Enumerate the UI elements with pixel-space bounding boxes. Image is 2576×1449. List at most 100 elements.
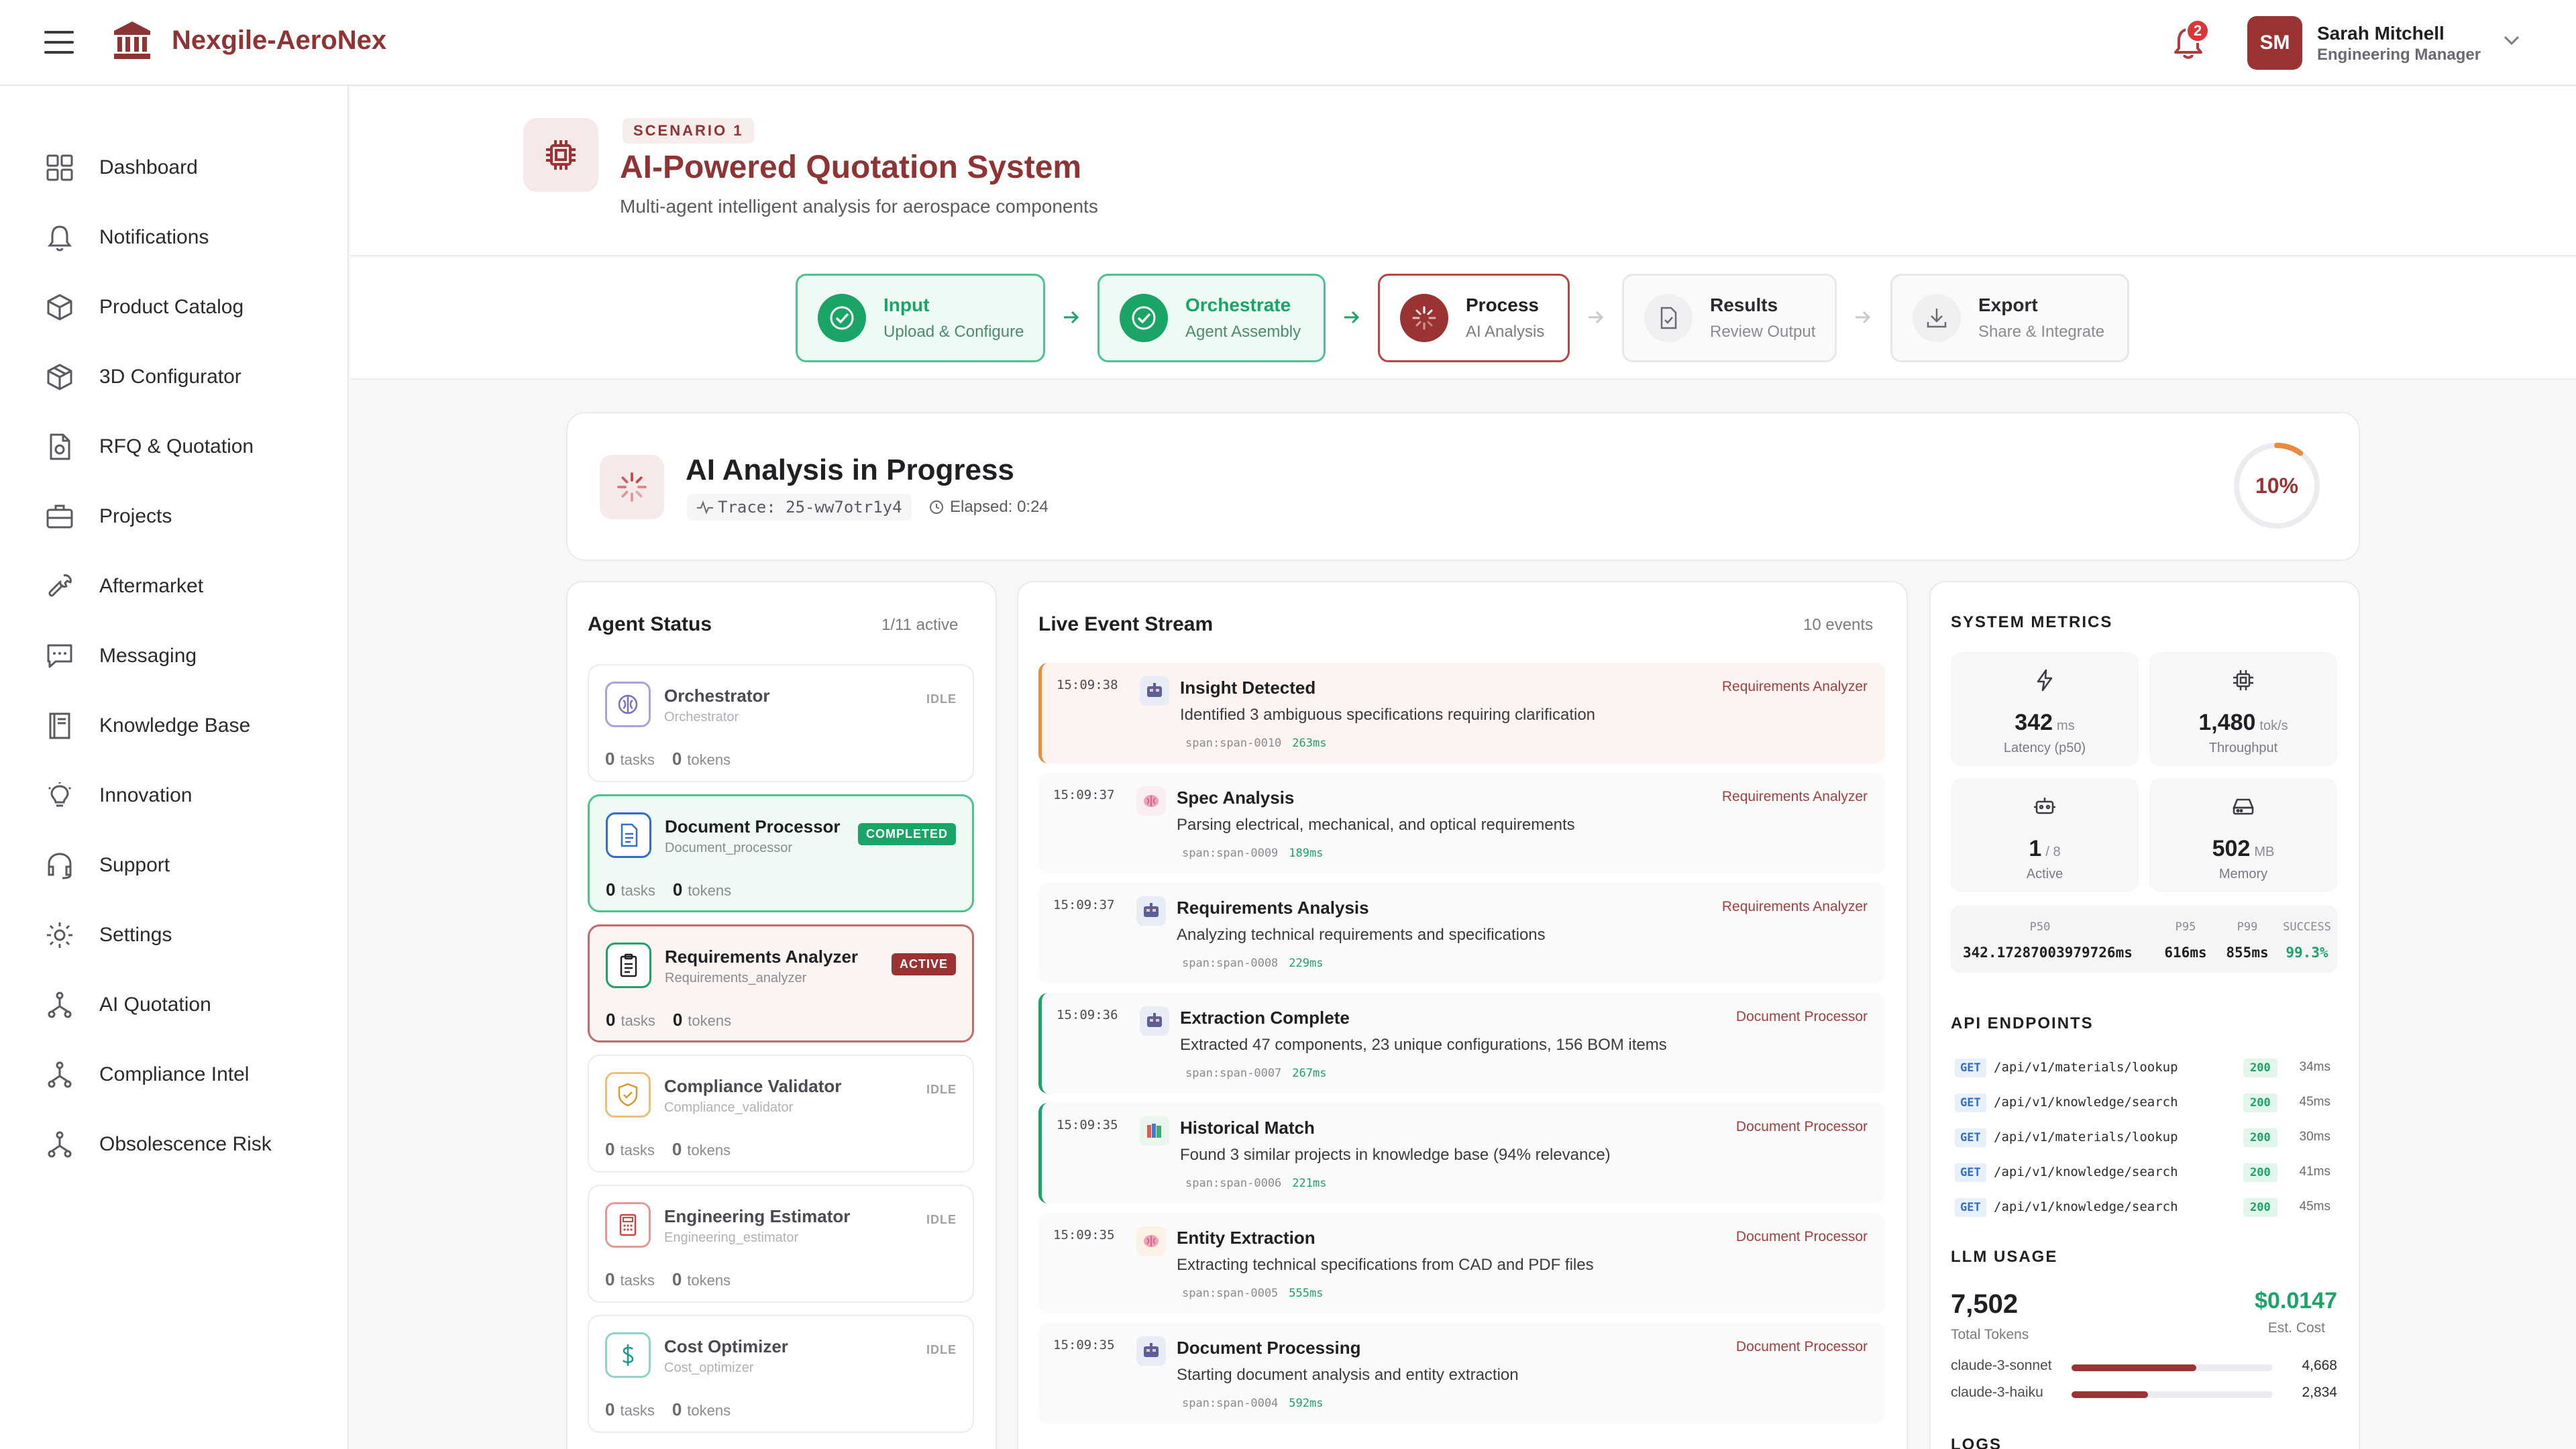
sidebar-item-label: Dashboard: [99, 156, 198, 178]
agent-status-badge: IDLE: [926, 1083, 957, 1096]
metric-throughput: 1,480 tok/s Throughput: [2149, 652, 2337, 766]
books-icon: [1140, 1116, 1169, 1146]
user-avatar[interactable]: SM: [2247, 16, 2302, 70]
calculator-icon: [605, 1202, 651, 1248]
event-span: span:span-0007 267ms: [1185, 1067, 1327, 1080]
metric-active-agents: 1/ 8 Active: [1951, 778, 2139, 892]
event-item[interactable]: 15:09:35 Historical Match Found 3 simila…: [1038, 1103, 1885, 1203]
metric-memory: 502 MB Memory: [2149, 778, 2337, 892]
event-item[interactable]: 15:09:35 Entity Extraction Extracting te…: [1038, 1213, 1885, 1313]
robot-icon: [1140, 676, 1169, 706]
network-icon: [42, 987, 78, 1023]
agent-name: Orchestrator: [664, 686, 770, 706]
event-title: Document Processing: [1177, 1338, 1361, 1358]
api-row[interactable]: GET/api/v1/knowledge/search 200 45ms: [1951, 1091, 2337, 1118]
spinner-icon: [600, 455, 664, 519]
sidebar-item-notifications[interactable]: Notifications: [27, 209, 322, 266]
sidebar-item-dashboard[interactable]: Dashboard: [27, 140, 322, 196]
agent-card-cost-optimizer[interactable]: Cost Optimizer Cost_optimizer IDLE 0 task…: [588, 1315, 974, 1433]
brain-icon: [1136, 786, 1166, 816]
event-title: Requirements Analysis: [1177, 898, 1369, 918]
sidebar-item-messaging[interactable]: Messaging: [27, 628, 322, 684]
event-source[interactable]: Document Processor: [1736, 1339, 1868, 1355]
step-input[interactable]: Input Upload & Configure: [796, 274, 1045, 362]
sidebar-item-ai-quotation[interactable]: AI Quotation: [27, 977, 322, 1033]
agent-id: Orchestrator: [664, 710, 739, 724]
event-item[interactable]: 15:09:37 Requirements Analysis Analyzing…: [1038, 883, 1885, 983]
event-span: span:span-0008 229ms: [1182, 957, 1324, 970]
activity-icon: [697, 500, 713, 515]
chevron-down-icon[interactable]: [2502, 34, 2521, 47]
sidebar-item-settings[interactable]: Settings: [27, 907, 322, 963]
robot-icon: [1136, 1336, 1166, 1366]
system-metrics-title: SYSTEM METRICS: [1951, 613, 2113, 631]
document-check-icon: [1644, 294, 1693, 342]
event-item[interactable]: 15:09:36 Extraction Complete Extracted 4…: [1038, 993, 1885, 1093]
sidebar-item-product-catalog[interactable]: Product Catalog: [27, 279, 322, 335]
sidebar-item-label: Settings: [99, 924, 172, 946]
brand-name[interactable]: Nexgile-AeroNex: [172, 25, 386, 56]
sidebar-item-label: Innovation: [99, 784, 193, 806]
agent-name: Document Processor: [665, 816, 841, 837]
event-source[interactable]: Document Processor: [1736, 1009, 1868, 1025]
agent-stats: 0 tasks 0 tokens: [605, 1399, 731, 1419]
wrench-icon: [42, 568, 78, 604]
event-source[interactable]: Requirements Analyzer: [1722, 679, 1868, 695]
menu-icon[interactable]: [44, 31, 74, 54]
agent-card-compliance-validator[interactable]: Compliance Validator Compliance_validato…: [588, 1055, 974, 1173]
llm-cost: $0.0147: [2255, 1288, 2337, 1313]
agent-card-requirements-analyzer[interactable]: Requirements Analyzer Requirements_analy…: [588, 924, 974, 1042]
agent-card-engineering-estimator[interactable]: Engineering Estimator Engineering_estima…: [588, 1185, 974, 1303]
sidebar-item-knowledge-base[interactable]: Knowledge Base: [27, 698, 322, 754]
api-row[interactable]: GET/api/v1/materials/lookup 200 30ms: [1951, 1126, 2337, 1152]
event-title: Spec Analysis: [1177, 788, 1295, 808]
event-source[interactable]: Document Processor: [1736, 1119, 1868, 1135]
agent-card-document-processor[interactable]: Document Processor Document_processor CO…: [588, 794, 974, 912]
sidebar-item-rfq-quotation[interactable]: RFQ & Quotation: [27, 419, 322, 475]
book-icon: [42, 708, 78, 744]
step-title: Results: [1710, 294, 1778, 315]
elapsed-text: Elapsed: 0:24: [950, 498, 1049, 516]
dollar-icon: [605, 1332, 651, 1378]
event-item[interactable]: 15:09:38 Insight Detected Identified 3 a…: [1038, 663, 1885, 763]
agent-name: Engineering Estimator: [664, 1206, 851, 1226]
api-row[interactable]: GET/api/v1/materials/lookup 200 34ms: [1951, 1056, 2337, 1083]
sidebar-item-compliance-intel[interactable]: Compliance Intel: [27, 1046, 322, 1103]
bot-icon: [1951, 794, 2139, 818]
trace-id[interactable]: Trace: 25-ww7otr1y4: [687, 494, 912, 521]
step-results[interactable]: Results Review Output: [1622, 274, 1837, 362]
event-item[interactable]: 15:09:35 Document Processing Starting do…: [1038, 1323, 1885, 1424]
agent-status-badge: IDLE: [926, 1213, 957, 1226]
sidebar-item-innovation[interactable]: Innovation: [27, 767, 322, 824]
sidebar-item-label: Obsolescence Risk: [99, 1133, 272, 1155]
event-item[interactable]: 15:09:37 Spec Analysis Parsing electrica…: [1038, 773, 1885, 873]
agent-stats: 0 tasks 0 tokens: [605, 1139, 731, 1159]
agent-status-title: Agent Status: [588, 613, 712, 635]
shield-icon: [605, 1072, 651, 1118]
sidebar-item-obsolescence-risk[interactable]: Obsolescence Risk: [27, 1116, 322, 1173]
event-source[interactable]: Requirements Analyzer: [1722, 899, 1868, 915]
api-row[interactable]: GET/api/v1/knowledge/search 200 41ms: [1951, 1161, 2337, 1187]
progress-percent: 10%: [2255, 473, 2299, 498]
step-export[interactable]: Export Share & Integrate: [1890, 274, 2129, 362]
sidebar-item-projects[interactable]: Projects: [27, 488, 322, 545]
agent-card-orchestrator[interactable]: Orchestrator Orchestrator IDLE 0 tasks 0 to…: [588, 664, 974, 782]
sidebar-item-label: Aftermarket: [99, 575, 204, 597]
step-orchestrate[interactable]: Orchestrate Agent Assembly: [1097, 274, 1326, 362]
sidebar-item-support[interactable]: Support: [27, 837, 322, 894]
step-subtitle: Agent Assembly: [1185, 323, 1301, 341]
step-process[interactable]: Process AI Analysis: [1378, 274, 1570, 362]
step-title: Export: [1978, 294, 2038, 315]
sidebar-item-aftermarket[interactable]: Aftermarket: [27, 558, 322, 614]
agent-id: Document_processor: [665, 841, 793, 855]
agent-id: Compliance_validator: [664, 1100, 794, 1115]
api-row[interactable]: GET/api/v1/knowledge/search 200 45ms: [1951, 1195, 2337, 1222]
arrow-right-icon: [1856, 311, 1871, 324]
agent-status-badge: COMPLETED: [857, 823, 956, 845]
event-source[interactable]: Requirements Analyzer: [1722, 789, 1868, 805]
step-title: Orchestrate: [1185, 294, 1291, 315]
page-title: AI-Powered Quotation System: [620, 150, 1082, 185]
event-time: 15:09:36: [1057, 1008, 1118, 1022]
sidebar-item-3d-configurator[interactable]: 3D Configurator: [27, 349, 322, 405]
event-source[interactable]: Document Processor: [1736, 1229, 1868, 1245]
